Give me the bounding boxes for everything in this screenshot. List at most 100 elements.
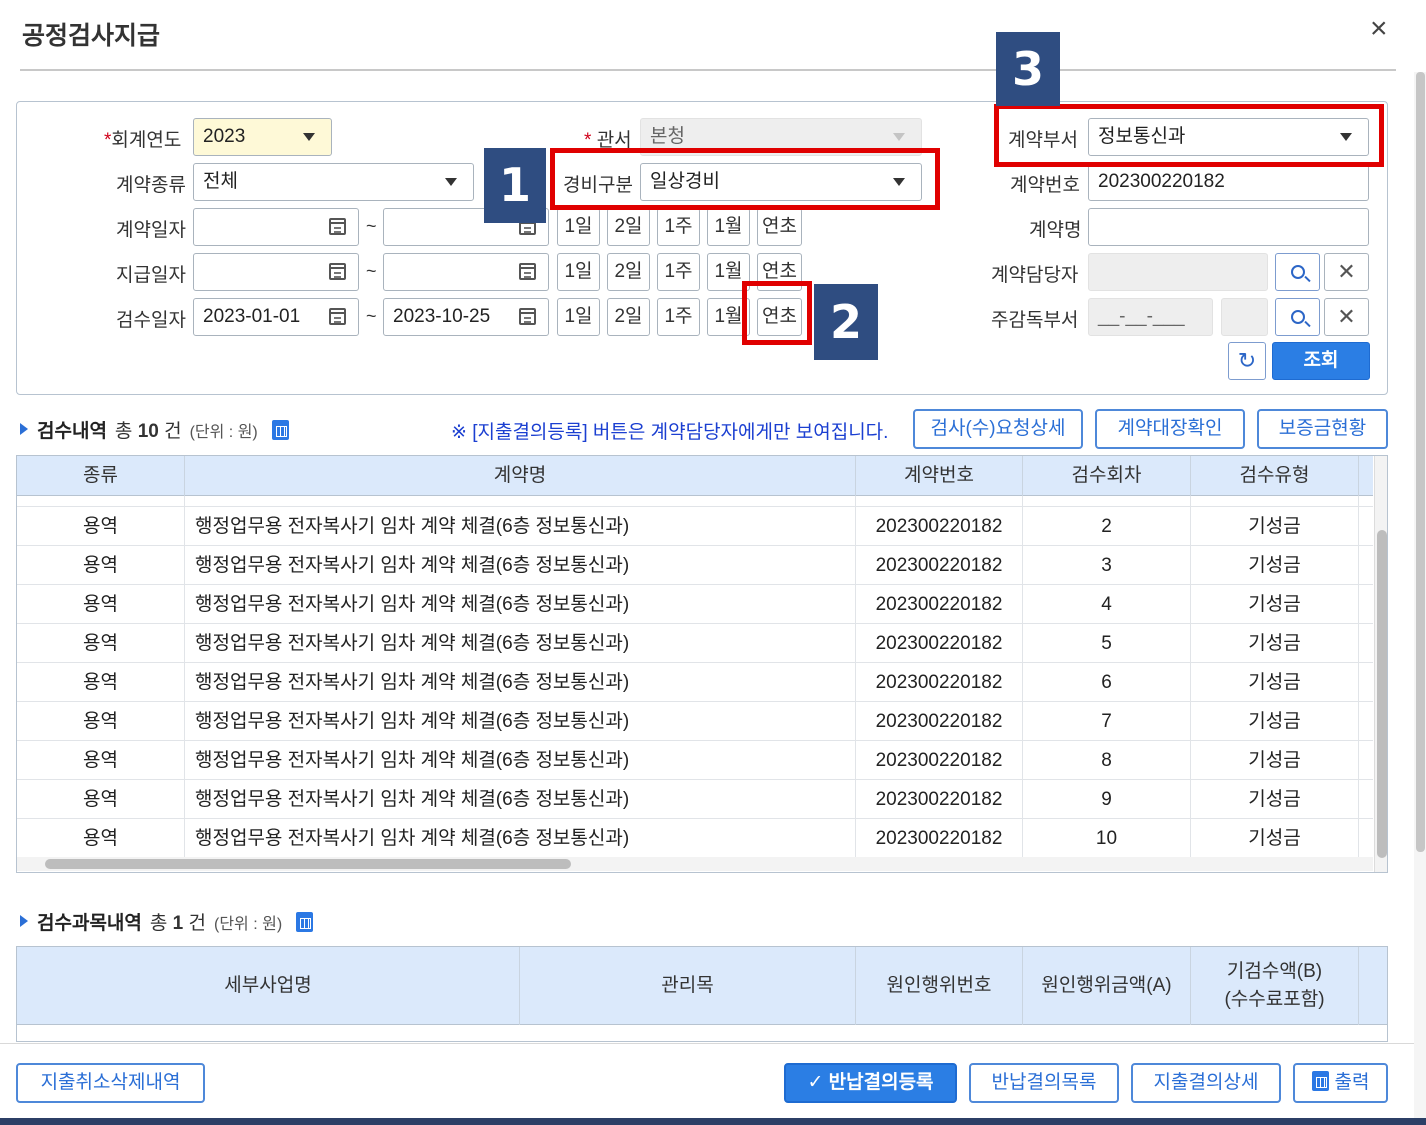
column-header[interactable]: 원인행위번호 bbox=[856, 947, 1023, 1025]
quick-year-start-button[interactable]: 연초 bbox=[757, 298, 802, 336]
column-header[interactable]: 검수회차 bbox=[1023, 456, 1191, 496]
supervisor-dept-code-input: __-__-___ bbox=[1088, 298, 1213, 336]
scrollbar-thumb[interactable] bbox=[45, 859, 571, 869]
column-header[interactable]: 검수유형 bbox=[1191, 456, 1359, 496]
contract-no-input[interactable]: 202300220182 bbox=[1088, 163, 1369, 201]
print-button[interactable]: 출력 bbox=[1293, 1063, 1388, 1103]
payment-date-from-input[interactable] bbox=[193, 253, 359, 291]
check-icon: ✓ bbox=[807, 1072, 824, 1093]
calendar-icon[interactable] bbox=[329, 218, 346, 235]
cell-inspect-type: 기성금 bbox=[1191, 819, 1359, 858]
column-header[interactable]: 기검수액(B) (수수료포함) bbox=[1191, 947, 1359, 1025]
supervisor-clear-button[interactable]: ✕ bbox=[1324, 298, 1369, 336]
contract-dept-select[interactable]: 정보통신과 bbox=[1088, 118, 1369, 156]
quick-1week-button[interactable]: 1주 bbox=[657, 253, 700, 291]
expense-detail-button[interactable]: 지출결의상세 bbox=[1131, 1063, 1281, 1103]
table-row[interactable]: 용역 행정업무용 전자복사기 임차 계약 체결(6층 정보통신과) 20230022… bbox=[17, 546, 1373, 585]
contract-no-label: 계약번호 bbox=[1010, 175, 1080, 196]
cell-contract-no: 202300220182 bbox=[856, 663, 1023, 702]
section-title: 검수내역 bbox=[37, 421, 107, 442]
table-row-partial bbox=[17, 496, 1373, 507]
inspect-date-from-input[interactable]: 2023-01-01 bbox=[193, 298, 359, 336]
manager-search-button[interactable] bbox=[1275, 253, 1320, 291]
quick-1day-button[interactable]: 1일 bbox=[557, 298, 600, 336]
table-row[interactable]: 용역 행정업무용 전자복사기 임차 계약 체결(6층 정보통신과) 20230022… bbox=[17, 780, 1373, 819]
calendar-icon[interactable] bbox=[519, 308, 536, 325]
fiscal-year-select[interactable]: 2023 bbox=[193, 118, 332, 156]
calendar-icon[interactable] bbox=[519, 263, 536, 280]
column-header[interactable]: 관리목 bbox=[520, 947, 856, 1025]
quick-2day-button[interactable]: 2일 bbox=[607, 298, 650, 336]
search-button[interactable]: 조회 bbox=[1272, 342, 1370, 380]
inspect-date-to-input[interactable]: 2023-10-25 bbox=[383, 298, 549, 336]
table-row[interactable]: 용역 행정업무용 전자복사기 임차 계약 체결(6층 정보통신과) 20230022… bbox=[17, 507, 1373, 546]
close-icon: ✕ bbox=[1337, 259, 1356, 284]
reset-button[interactable]: ↻ bbox=[1228, 342, 1266, 380]
scrollbar-thumb[interactable] bbox=[1416, 72, 1425, 852]
dialog-title: 공정검사지급 bbox=[22, 22, 161, 50]
page-scrollbar[interactable] bbox=[1414, 72, 1426, 1125]
excel-download-icon[interactable] bbox=[271, 420, 289, 440]
supervisor-search-button[interactable] bbox=[1275, 298, 1320, 336]
refund-list-button[interactable]: 반납결의목록 bbox=[969, 1063, 1119, 1103]
quick-1week-button[interactable]: 1주 bbox=[657, 208, 700, 246]
column-header[interactable]: 원인행위금액(A) bbox=[1023, 947, 1191, 1025]
cell-round: 3 bbox=[1023, 546, 1191, 585]
calendar-icon[interactable] bbox=[329, 308, 346, 325]
calendar-icon[interactable] bbox=[329, 263, 346, 280]
quick-2day-button[interactable]: 2일 bbox=[607, 208, 650, 246]
cell-inspect-type: 기성금 bbox=[1191, 663, 1359, 702]
column-header[interactable]: 계약명 bbox=[185, 456, 856, 496]
cell-contract-no: 202300220182 bbox=[856, 780, 1023, 819]
table-row[interactable]: 용역 행정업무용 전자복사기 임차 계약 체결(6층 정보통신과) 20230022… bbox=[17, 819, 1373, 858]
contract-date-from-input[interactable] bbox=[193, 208, 359, 246]
cell-contract-no: 202300220182 bbox=[856, 546, 1023, 585]
column-header[interactable]: 종류 bbox=[17, 456, 185, 496]
quick-1month-button[interactable]: 1월 bbox=[707, 208, 750, 246]
cell-contract-no: 202300220182 bbox=[856, 819, 1023, 858]
quick-year-start-button[interactable]: 연초 bbox=[757, 208, 802, 246]
callout-badge-2: 2 bbox=[814, 284, 878, 360]
cell-contract-no: 202300220182 bbox=[856, 507, 1023, 546]
contract-type-select[interactable]: 전체 bbox=[193, 163, 474, 201]
chevron-down-icon bbox=[893, 178, 905, 186]
quick-1week-button[interactable]: 1주 bbox=[657, 298, 700, 336]
quick-1day-button[interactable]: 1일 bbox=[557, 208, 600, 246]
table-row[interactable]: 용역 행정업무용 전자복사기 임차 계약 체결(6층 정보통신과) 20230022… bbox=[17, 585, 1373, 624]
quick-1month-button[interactable]: 1월 bbox=[707, 298, 750, 336]
cell-contract-name: 행정업무용 전자복사기 임차 계약 체결(6층 정보통신과) bbox=[185, 507, 856, 546]
table-row[interactable]: 용역 행정업무용 전자복사기 임차 계약 체결(6층 정보통신과) 20230022… bbox=[17, 663, 1373, 702]
contract-name-input[interactable] bbox=[1088, 208, 1369, 246]
vertical-scrollbar[interactable] bbox=[1374, 456, 1387, 872]
quick-year-start-button[interactable]: 연초 bbox=[757, 253, 802, 291]
scrollbar-thumb[interactable] bbox=[1377, 530, 1387, 858]
column-header[interactable]: 세부사업명 bbox=[17, 947, 520, 1025]
cell-contract-name: 행정업무용 전자복사기 임차 계약 체결(6층 정보통신과) bbox=[185, 546, 856, 585]
table-row[interactable]: 용역 행정업무용 전자복사기 임차 계약 체결(6층 정보통신과) 20230022… bbox=[17, 624, 1373, 663]
chevron-down-icon bbox=[893, 133, 905, 141]
table-header: 종류 계약명 계약번호 검수회차 검수유형 bbox=[17, 456, 1373, 496]
contract-ledger-button[interactable]: 계약대장확인 bbox=[1095, 409, 1245, 449]
cell-round: 9 bbox=[1023, 780, 1191, 819]
cancel-delete-history-button[interactable]: 지출취소삭제내역 bbox=[16, 1063, 205, 1103]
horizontal-scrollbar[interactable] bbox=[17, 857, 1373, 871]
cell-inspect-type: 기성금 bbox=[1191, 702, 1359, 741]
quick-1day-button[interactable]: 1일 bbox=[557, 253, 600, 291]
cell-type: 용역 bbox=[17, 741, 185, 780]
close-icon[interactable]: × bbox=[1370, 14, 1388, 44]
expense-type-select[interactable]: 일상경비 bbox=[640, 163, 922, 201]
column-header[interactable]: 계약번호 bbox=[856, 456, 1023, 496]
cell-contract-name: 행정업무용 전자복사기 임차 계약 체결(6층 정보통신과) bbox=[185, 741, 856, 780]
excel-download-icon[interactable] bbox=[296, 912, 314, 932]
deposit-status-button[interactable]: 보증금현황 bbox=[1257, 409, 1388, 449]
manager-clear-button[interactable]: ✕ bbox=[1324, 253, 1369, 291]
expense-type-label: 경비구분 bbox=[563, 175, 633, 196]
subjects-section-header: 검수과목내역 총 1 건 (단위 : 원) bbox=[20, 908, 314, 935]
quick-2day-button[interactable]: 2일 bbox=[607, 253, 650, 291]
table-row[interactable]: 용역 행정업무용 전자복사기 임차 계약 체결(6층 정보통신과) 20230022… bbox=[17, 741, 1373, 780]
refund-register-button[interactable]: ✓ 반납결의등록 bbox=[784, 1063, 957, 1103]
payment-date-to-input[interactable] bbox=[383, 253, 549, 291]
inspection-request-detail-button[interactable]: 검사(수)요청상세 bbox=[913, 409, 1083, 449]
table-row[interactable]: 용역 행정업무용 전자복사기 임차 계약 체결(6층 정보통신과) 20230022… bbox=[17, 702, 1373, 741]
quick-1month-button[interactable]: 1월 bbox=[707, 253, 750, 291]
